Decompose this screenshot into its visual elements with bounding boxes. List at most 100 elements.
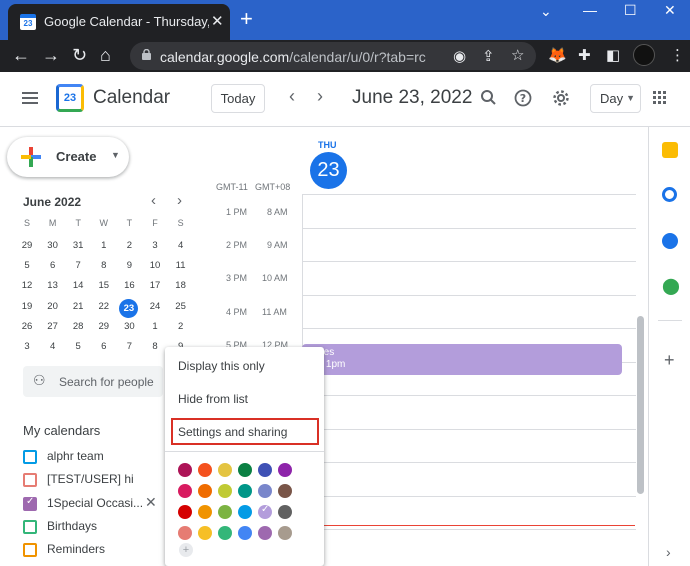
- add-addon-icon[interactable]: +: [664, 350, 675, 371]
- color-swatch[interactable]: [218, 505, 232, 519]
- mini-calendar-day[interactable]: 4: [40, 341, 66, 352]
- color-swatch[interactable]: [218, 526, 232, 540]
- mini-calendar-day[interactable]: 23: [119, 298, 139, 318]
- mini-calendar-day[interactable]: 18: [168, 280, 194, 291]
- settings-and-sharing-item[interactable]: Settings and sharing: [178, 425, 287, 439]
- mini-calendar-day[interactable]: 7: [116, 341, 142, 352]
- search-icon[interactable]: [480, 89, 497, 106]
- gear-icon[interactable]: [552, 89, 570, 107]
- view-selector[interactable]: Day ▼: [590, 84, 641, 113]
- mini-calendar-day[interactable]: 8: [91, 260, 117, 271]
- keep-icon[interactable]: [662, 142, 678, 158]
- profile-avatar[interactable]: [633, 44, 655, 66]
- mini-calendar-day[interactable]: 2: [168, 321, 194, 332]
- tasks-icon[interactable]: [662, 187, 677, 202]
- maps-icon[interactable]: ⬤: [662, 279, 680, 295]
- mini-calendar-day[interactable]: 1: [142, 321, 168, 332]
- color-swatch[interactable]: [258, 463, 272, 477]
- color-swatch[interactable]: [278, 463, 292, 477]
- side-panel-icon[interactable]: ◧: [606, 46, 620, 64]
- mini-calendar-day[interactable]: 12: [14, 280, 40, 291]
- color-swatch[interactable]: ✓: [258, 504, 272, 519]
- minimize-button[interactable]: —: [583, 2, 597, 18]
- mini-prev-chevron-icon[interactable]: ‹: [151, 192, 156, 209]
- mini-calendar-day[interactable]: 15: [91, 280, 117, 291]
- hide-from-list-item[interactable]: Hide from list: [178, 392, 248, 406]
- mini-calendar-day[interactable]: 28: [65, 321, 91, 332]
- expand-panel-chevron-icon[interactable]: ›: [666, 544, 671, 560]
- extension-fox-icon[interactable]: 🦊: [548, 46, 567, 64]
- calendar-checkbox[interactable]: [23, 450, 37, 464]
- previous-day-chevron-icon[interactable]: ‹: [289, 86, 295, 107]
- color-swatch[interactable]: [178, 526, 192, 540]
- mini-calendar-day[interactable]: 21: [65, 301, 91, 312]
- today-button[interactable]: Today: [211, 84, 265, 113]
- mini-calendar-day[interactable]: 3: [14, 341, 40, 352]
- chrome-menu-icon[interactable]: ⋮: [670, 46, 685, 64]
- color-swatch[interactable]: [198, 463, 212, 477]
- mini-next-chevron-icon[interactable]: ›: [177, 192, 182, 209]
- mini-calendar-day[interactable]: 30: [40, 240, 66, 251]
- color-swatch[interactable]: [258, 526, 272, 540]
- color-swatch[interactable]: [278, 484, 292, 498]
- color-swatch[interactable]: [198, 484, 212, 498]
- mini-calendar-day[interactable]: 13: [40, 280, 66, 291]
- calendar-checkbox[interactable]: [23, 543, 37, 558]
- back-arrow-icon[interactable]: ←: [12, 45, 30, 65]
- mini-calendar-day[interactable]: 9: [116, 260, 142, 271]
- mini-calendar-day[interactable]: 5: [14, 260, 40, 271]
- mini-calendar-day[interactable]: 10: [142, 260, 168, 271]
- contacts-icon[interactable]: [662, 233, 678, 249]
- remove-calendar-icon[interactable]: ✕: [145, 494, 157, 511]
- mini-calendar-day[interactable]: 24: [142, 301, 168, 312]
- mini-calendar-day[interactable]: 5: [65, 341, 91, 352]
- share-icon[interactable]: ⇪: [482, 47, 495, 65]
- hamburger-icon[interactable]: [22, 92, 38, 104]
- color-swatch[interactable]: [218, 463, 232, 477]
- extensions-puzzle-icon[interactable]: ✚: [578, 46, 591, 64]
- color-swatch[interactable]: [198, 526, 212, 540]
- next-day-chevron-icon[interactable]: ›: [317, 86, 323, 107]
- new-tab-button[interactable]: +: [240, 8, 253, 30]
- mini-calendar-day[interactable]: 29: [14, 240, 40, 251]
- mini-calendar-day[interactable]: 1: [91, 240, 117, 251]
- tab-close-icon[interactable]: ✕: [211, 12, 224, 30]
- display-this-only-item[interactable]: Display this only: [178, 359, 265, 373]
- color-swatch[interactable]: [238, 526, 252, 540]
- color-swatch[interactable]: [238, 463, 252, 477]
- mini-calendar-day[interactable]: 17: [142, 280, 168, 291]
- mini-calendar-day[interactable]: 6: [91, 341, 117, 352]
- mini-calendar-day[interactable]: 14: [65, 280, 91, 291]
- color-swatch[interactable]: [178, 505, 192, 519]
- calendar-checkbox[interactable]: [23, 519, 37, 534]
- mini-calendar-day[interactable]: 6: [40, 260, 66, 271]
- color-swatch[interactable]: [178, 463, 192, 477]
- mini-calendar-day[interactable]: 4: [168, 240, 194, 251]
- browser-tab[interactable]: 23 Google Calendar - Thursday, June ✕: [8, 4, 230, 40]
- color-swatch[interactable]: [198, 505, 212, 519]
- color-swatch[interactable]: [178, 484, 192, 498]
- mini-calendar-day[interactable]: 30: [116, 321, 142, 332]
- create-button[interactable]: Create ▼: [7, 137, 129, 177]
- close-window-button[interactable]: ✕: [664, 2, 676, 19]
- mini-calendar-day[interactable]: 11: [168, 260, 194, 271]
- maximize-button[interactable]: ☐: [624, 2, 637, 19]
- mini-calendar-day[interactable]: 16: [116, 280, 142, 291]
- color-swatch[interactable]: [238, 505, 252, 519]
- help-icon[interactable]: ?: [514, 89, 532, 107]
- address-bar[interactable]: calendar.google.com/calendar/u/0/r?tab=r…: [130, 42, 536, 70]
- mini-calendar-day[interactable]: 29: [91, 321, 117, 332]
- my-calendars-heading[interactable]: My calendars: [23, 423, 100, 438]
- search-people-input[interactable]: ⚇ Search for people: [23, 366, 163, 397]
- home-icon[interactable]: ⌂: [100, 45, 111, 65]
- calendar-checkbox[interactable]: [23, 473, 37, 488]
- mini-calendar-day[interactable]: 25: [168, 301, 194, 312]
- color-swatch[interactable]: [278, 526, 292, 540]
- color-swatch[interactable]: [218, 484, 232, 498]
- eye-slash-icon[interactable]: ◉: [453, 47, 466, 65]
- color-swatch[interactable]: [238, 484, 252, 498]
- mini-calendar-day[interactable]: 26: [14, 321, 40, 332]
- color-swatch[interactable]: [258, 484, 272, 498]
- mini-calendar-day[interactable]: 27: [40, 321, 66, 332]
- apps-grid-icon[interactable]: [653, 91, 667, 105]
